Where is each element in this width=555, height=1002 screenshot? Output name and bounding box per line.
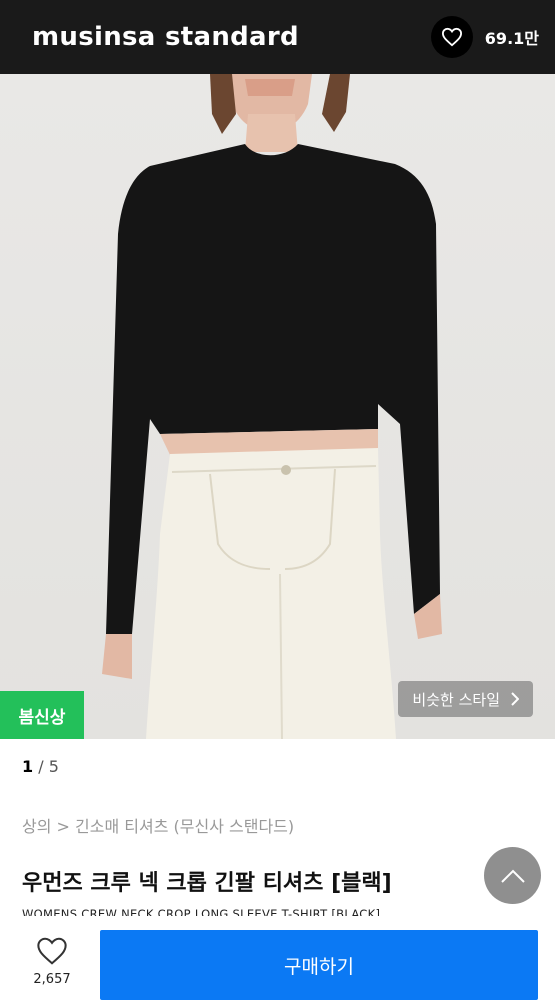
wishlist-button[interactable]: 2,657: [22, 936, 82, 987]
heart-icon: [441, 27, 462, 47]
brand-like-button[interactable]: [430, 16, 473, 58]
pager-total: 5: [48, 757, 59, 776]
new-season-badge: 봄신상: [0, 691, 84, 739]
product-photo-illustration: [102, 74, 442, 739]
product-title: 우먼즈 크루 넥 크롭 긴팔 티셔츠 [블랙]: [22, 871, 392, 896]
product-image[interactable]: 봄신상 비슷한 스타일: [0, 74, 555, 739]
chevron-right-icon: [511, 692, 519, 706]
wishlist-count: 2,657: [33, 972, 71, 987]
buy-button[interactable]: 구매하기: [100, 930, 538, 1000]
heart-outline-icon: [37, 937, 67, 965]
top-header: musinsa standard 69.1만: [0, 0, 555, 74]
image-pager: 1 / 5: [22, 757, 59, 776]
scroll-to-top-button[interactable]: [484, 847, 541, 904]
pager-current: 1: [22, 757, 34, 776]
brand-like-count: 69.1만: [484, 29, 539, 48]
header-actions: 69.1만: [430, 16, 539, 58]
similar-style-label: 비슷한 스타일: [412, 690, 500, 709]
product-subtitle: WOMENS CREW NECK CROP LONG SLEEVE T-SHIR…: [22, 907, 381, 916]
brand-logo[interactable]: musinsa standard: [32, 22, 299, 52]
pager-separator: /: [33, 757, 49, 776]
category-breadcrumb[interactable]: 상의 > 긴소매 티셔츠 (무신사 스탠다드): [22, 813, 294, 837]
bottom-action-bar: 2,657 구매하기: [0, 916, 555, 1002]
chevron-up-icon: [500, 869, 525, 883]
similar-style-button[interactable]: 비슷한 스타일: [398, 681, 533, 717]
